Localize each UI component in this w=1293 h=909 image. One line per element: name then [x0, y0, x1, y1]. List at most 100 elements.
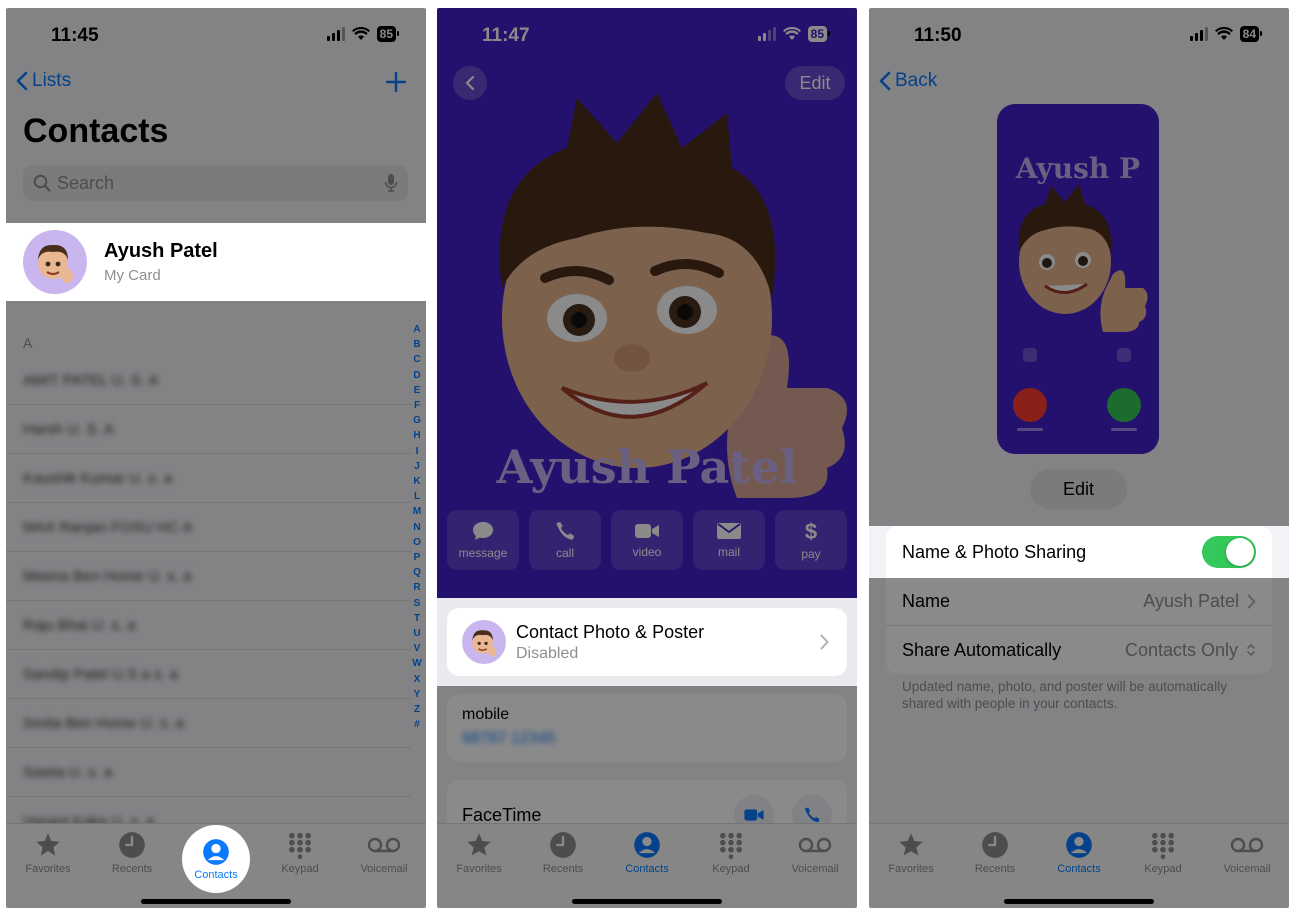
contact-row[interactable]: Harsh U. S. A — [6, 405, 411, 454]
person-circle-icon — [634, 832, 660, 858]
tab-keypad[interactable]: Keypad — [1123, 831, 1203, 908]
index-letter[interactable]: N — [413, 520, 420, 535]
index-letter[interactable]: X — [414, 672, 421, 687]
contact-name: MAX Ranjan FOSU HC A — [23, 518, 193, 536]
index-letter[interactable]: P — [414, 550, 421, 565]
clock-icon — [982, 832, 1008, 858]
index-letter[interactable]: M — [413, 504, 421, 519]
mobile-label: mobile — [462, 706, 510, 723]
contact-photo-poster-button[interactable]: Contact Photo & Poster Disabled — [447, 608, 847, 676]
message-action-button[interactable]: message — [447, 510, 519, 570]
section-header: A — [23, 335, 33, 351]
poster-preview[interactable]: Ayush P — [997, 104, 1159, 454]
tab-recents[interactable]: Recents — [523, 831, 603, 908]
chevron-up-down-icon — [1247, 643, 1255, 657]
index-letter[interactable]: K — [413, 474, 420, 489]
index-letter[interactable]: U — [413, 626, 420, 641]
wifi-icon — [782, 27, 801, 40]
contact-name: Smita Ben Home U. s. a — [23, 714, 184, 732]
tab-contacts[interactable]: Contacts — [1039, 831, 1119, 908]
tab-voicemail[interactable]: Voicemail — [775, 831, 855, 908]
my-card-subtitle: My Card — [104, 267, 161, 284]
mobile-number[interactable]: 98787 12345 — [462, 730, 832, 748]
microphone-icon[interactable] — [384, 173, 398, 193]
tab-favorites[interactable]: Favorites — [439, 831, 519, 908]
add-contact-icon[interactable] — [386, 72, 406, 92]
index-letter[interactable]: E — [414, 383, 421, 398]
star-icon — [899, 833, 923, 856]
tab-label: Voicemail — [1223, 863, 1271, 875]
index-letter[interactable]: J — [414, 459, 420, 474]
pay-action-button[interactable]: $ pay — [775, 510, 847, 570]
index-letter[interactable]: B — [413, 337, 420, 352]
screenshot-collage: 11:45 85 Lists Contacts Search Ayush Pat… — [0, 0, 1293, 909]
alphabet-index[interactable]: A B C D E F G H I J K L M N O P Q R S T … — [411, 322, 423, 732]
tab-recents[interactable]: Recents — [955, 831, 1035, 908]
cellular-signal-icon — [757, 27, 776, 41]
contact-row[interactable]: Meena Ben Home U. s. a — [6, 552, 411, 601]
back-button[interactable]: Back — [879, 70, 937, 92]
edit-poster-button[interactable]: Edit — [1030, 469, 1127, 509]
tab-contacts-highlighted[interactable]: Contacts — [182, 825, 250, 893]
index-letter[interactable]: A — [413, 322, 420, 337]
index-letter[interactable]: V — [414, 641, 421, 656]
index-letter[interactable]: T — [414, 611, 420, 626]
tab-voicemail[interactable]: Voicemail — [344, 831, 424, 908]
share-automatically-row[interactable]: Share Automatically Contacts Only — [886, 626, 1272, 674]
name-photo-sharing-row: Name & Photo Sharing — [869, 526, 1289, 578]
index-letter[interactable]: L — [414, 489, 420, 504]
tab-favorites[interactable]: Favorites — [8, 831, 88, 908]
name-photo-sharing-toggle[interactable] — [1202, 536, 1256, 568]
my-card-row[interactable]: Ayush Patel My Card — [6, 223, 426, 301]
index-letter[interactable]: W — [412, 656, 421, 671]
index-letter[interactable]: I — [416, 444, 419, 459]
contact-row[interactable]: AMIT PATEL U. S. A — [6, 356, 411, 405]
message-icon — [1023, 348, 1037, 362]
contact-row[interactable]: Raju Bhai U. s. a — [6, 601, 411, 650]
index-letter[interactable]: H — [413, 428, 420, 443]
battery-indicator: 85 — [807, 26, 831, 42]
mail-action-button[interactable]: mail — [693, 510, 765, 570]
lists-back-button[interactable]: Lists — [16, 70, 71, 92]
index-letter[interactable]: Y — [414, 687, 421, 702]
index-letter[interactable]: F — [414, 398, 420, 413]
home-indicator — [1004, 899, 1154, 904]
index-letter[interactable]: G — [413, 413, 421, 428]
tab-contacts[interactable]: Contacts — [607, 831, 687, 908]
call-action-button[interactable]: call — [529, 510, 601, 570]
index-letter[interactable]: Q — [413, 565, 421, 580]
search-field[interactable]: Search — [23, 165, 408, 201]
tab-voicemail[interactable]: Voicemail — [1207, 831, 1287, 908]
video-action-button[interactable]: video — [611, 510, 683, 570]
index-letter[interactable]: O — [413, 535, 421, 550]
contact-row[interactable]: Sweta U. s. a — [6, 748, 411, 797]
tab-label: Keypad — [281, 863, 319, 875]
index-letter[interactable]: S — [414, 596, 421, 611]
contact-row[interactable]: Kaushik Kumar U. s. a — [6, 454, 411, 503]
tab-bar: Favorites Recents Contacts Keypad Voicem… — [437, 823, 857, 908]
phone-icon — [804, 807, 820, 823]
tab-recents[interactable]: Recents — [92, 831, 172, 908]
contact-row[interactable]: Smita Ben Home U. s. a — [6, 699, 411, 748]
tab-label: Contacts — [194, 868, 238, 881]
search-icon — [33, 174, 51, 192]
voicemail-icon — [367, 837, 401, 853]
index-letter[interactable]: # — [414, 717, 420, 732]
index-letter[interactable]: D — [413, 368, 420, 383]
contact-row[interactable]: MAX Ranjan FOSU HC A — [6, 503, 411, 552]
tab-favorites[interactable]: Favorites — [871, 831, 951, 908]
tab-keypad[interactable]: Keypad — [691, 831, 771, 908]
index-letter[interactable]: C — [413, 352, 420, 367]
status-time: 11:50 — [914, 25, 962, 46]
mobile-number-row[interactable]: mobile 98787 12345 — [447, 694, 847, 762]
contact-name: Kaushik Kumar U. s. a — [23, 469, 173, 487]
name-row[interactable]: Name Ayush Patel — [886, 578, 1272, 626]
contact-row[interactable]: Sandip Patel U.S a s. a — [6, 650, 411, 699]
tab-keypad[interactable]: Keypad — [260, 831, 340, 908]
sharing-footer-note: Updated name, photo, and poster will be … — [902, 679, 1227, 711]
index-letter[interactable]: Z — [414, 702, 420, 717]
contact-name: Sandip Patel U.S a s. a — [23, 665, 179, 683]
reminder-icon — [1117, 348, 1131, 362]
index-letter[interactable]: R — [413, 580, 420, 595]
tab-label: Recents — [542, 863, 584, 875]
